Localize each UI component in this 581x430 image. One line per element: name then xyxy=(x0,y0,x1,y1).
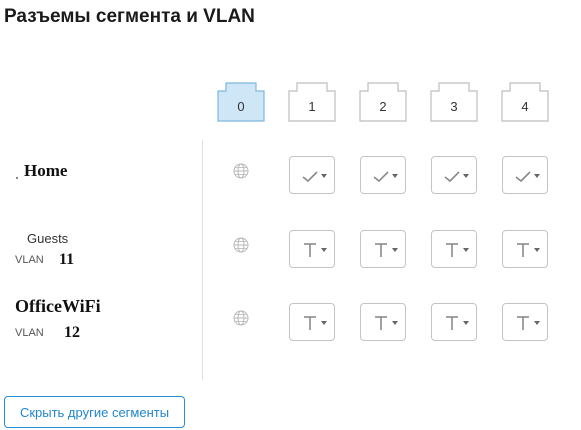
tagged-icon xyxy=(517,316,529,330)
chevron-down-icon xyxy=(534,174,540,178)
segment-name-officewifi: OfficeWiFi xyxy=(15,296,101,316)
port-2-label: 2 xyxy=(379,99,387,114)
chevron-down-icon xyxy=(463,321,469,325)
checkmark-icon xyxy=(444,171,460,183)
checkmark-icon xyxy=(515,171,531,183)
chevron-down-icon xyxy=(321,321,327,325)
chevron-down-icon xyxy=(321,174,327,178)
tagged-icon xyxy=(375,243,387,257)
checkmark-icon xyxy=(373,171,389,183)
chevron-down-icon xyxy=(392,248,398,252)
port-mode-select-guests-2[interactable] xyxy=(431,230,477,268)
port-mode-select-guests-0[interactable] xyxy=(289,230,335,268)
port-mode-select-officewifi-0[interactable] xyxy=(289,303,335,341)
chevron-down-icon xyxy=(534,248,540,252)
port-4-label: 4 xyxy=(521,99,529,114)
globe-icon xyxy=(233,163,249,179)
chevron-down-icon xyxy=(463,174,469,178)
bullet-dot xyxy=(16,177,18,179)
port-mode-select-home-0[interactable] xyxy=(289,156,335,194)
tagged-icon xyxy=(446,316,458,330)
segment-name-home: Home xyxy=(24,161,68,180)
port-mode-select-home-3[interactable] xyxy=(502,156,548,194)
vlan-label: VLAN xyxy=(15,254,44,266)
port-3-label: 3 xyxy=(450,99,458,114)
port-mode-select-guests-3[interactable] xyxy=(502,230,548,268)
port-0-label: 0 xyxy=(237,99,245,114)
globe-icon xyxy=(233,237,249,253)
chevron-down-icon xyxy=(534,321,540,325)
port-mode-select-home-1[interactable] xyxy=(360,156,406,194)
vlan-id: 11 xyxy=(59,251,75,268)
port-mode-select-officewifi-2[interactable] xyxy=(431,303,477,341)
tagged-icon xyxy=(446,243,458,257)
page-title: Разъемы сегмента и VLAN xyxy=(4,6,255,27)
tagged-icon xyxy=(517,243,529,257)
port-1-icon: 1 xyxy=(288,82,336,122)
chevron-down-icon xyxy=(321,248,327,252)
port-4-icon: 4 xyxy=(501,82,549,122)
globe-icon xyxy=(233,310,249,326)
chevron-down-icon xyxy=(392,321,398,325)
port-mode-select-officewifi-1[interactable] xyxy=(360,303,406,341)
port-mode-select-guests-1[interactable] xyxy=(360,230,406,268)
port-mode-select-home-2[interactable] xyxy=(431,156,477,194)
hide-other-segments-button[interactable]: Скрыть другие сегменты xyxy=(4,396,185,428)
tagged-icon xyxy=(375,316,387,330)
port-2-icon: 2 xyxy=(359,82,407,122)
vlan-label: VLAN xyxy=(15,327,44,339)
tagged-icon xyxy=(304,243,316,257)
port-1-label: 1 xyxy=(308,99,316,114)
tagged-icon xyxy=(304,316,316,330)
port-0-icon: 0 xyxy=(217,82,265,122)
segment-name-guests: Guests xyxy=(27,231,69,246)
port-3-icon: 3 xyxy=(430,82,478,122)
vlan-id: 12 xyxy=(64,324,80,341)
chevron-down-icon xyxy=(463,248,469,252)
port-mode-select-officewifi-3[interactable] xyxy=(502,303,548,341)
checkmark-icon xyxy=(302,171,318,183)
chevron-down-icon xyxy=(392,174,398,178)
column-divider xyxy=(202,140,203,380)
